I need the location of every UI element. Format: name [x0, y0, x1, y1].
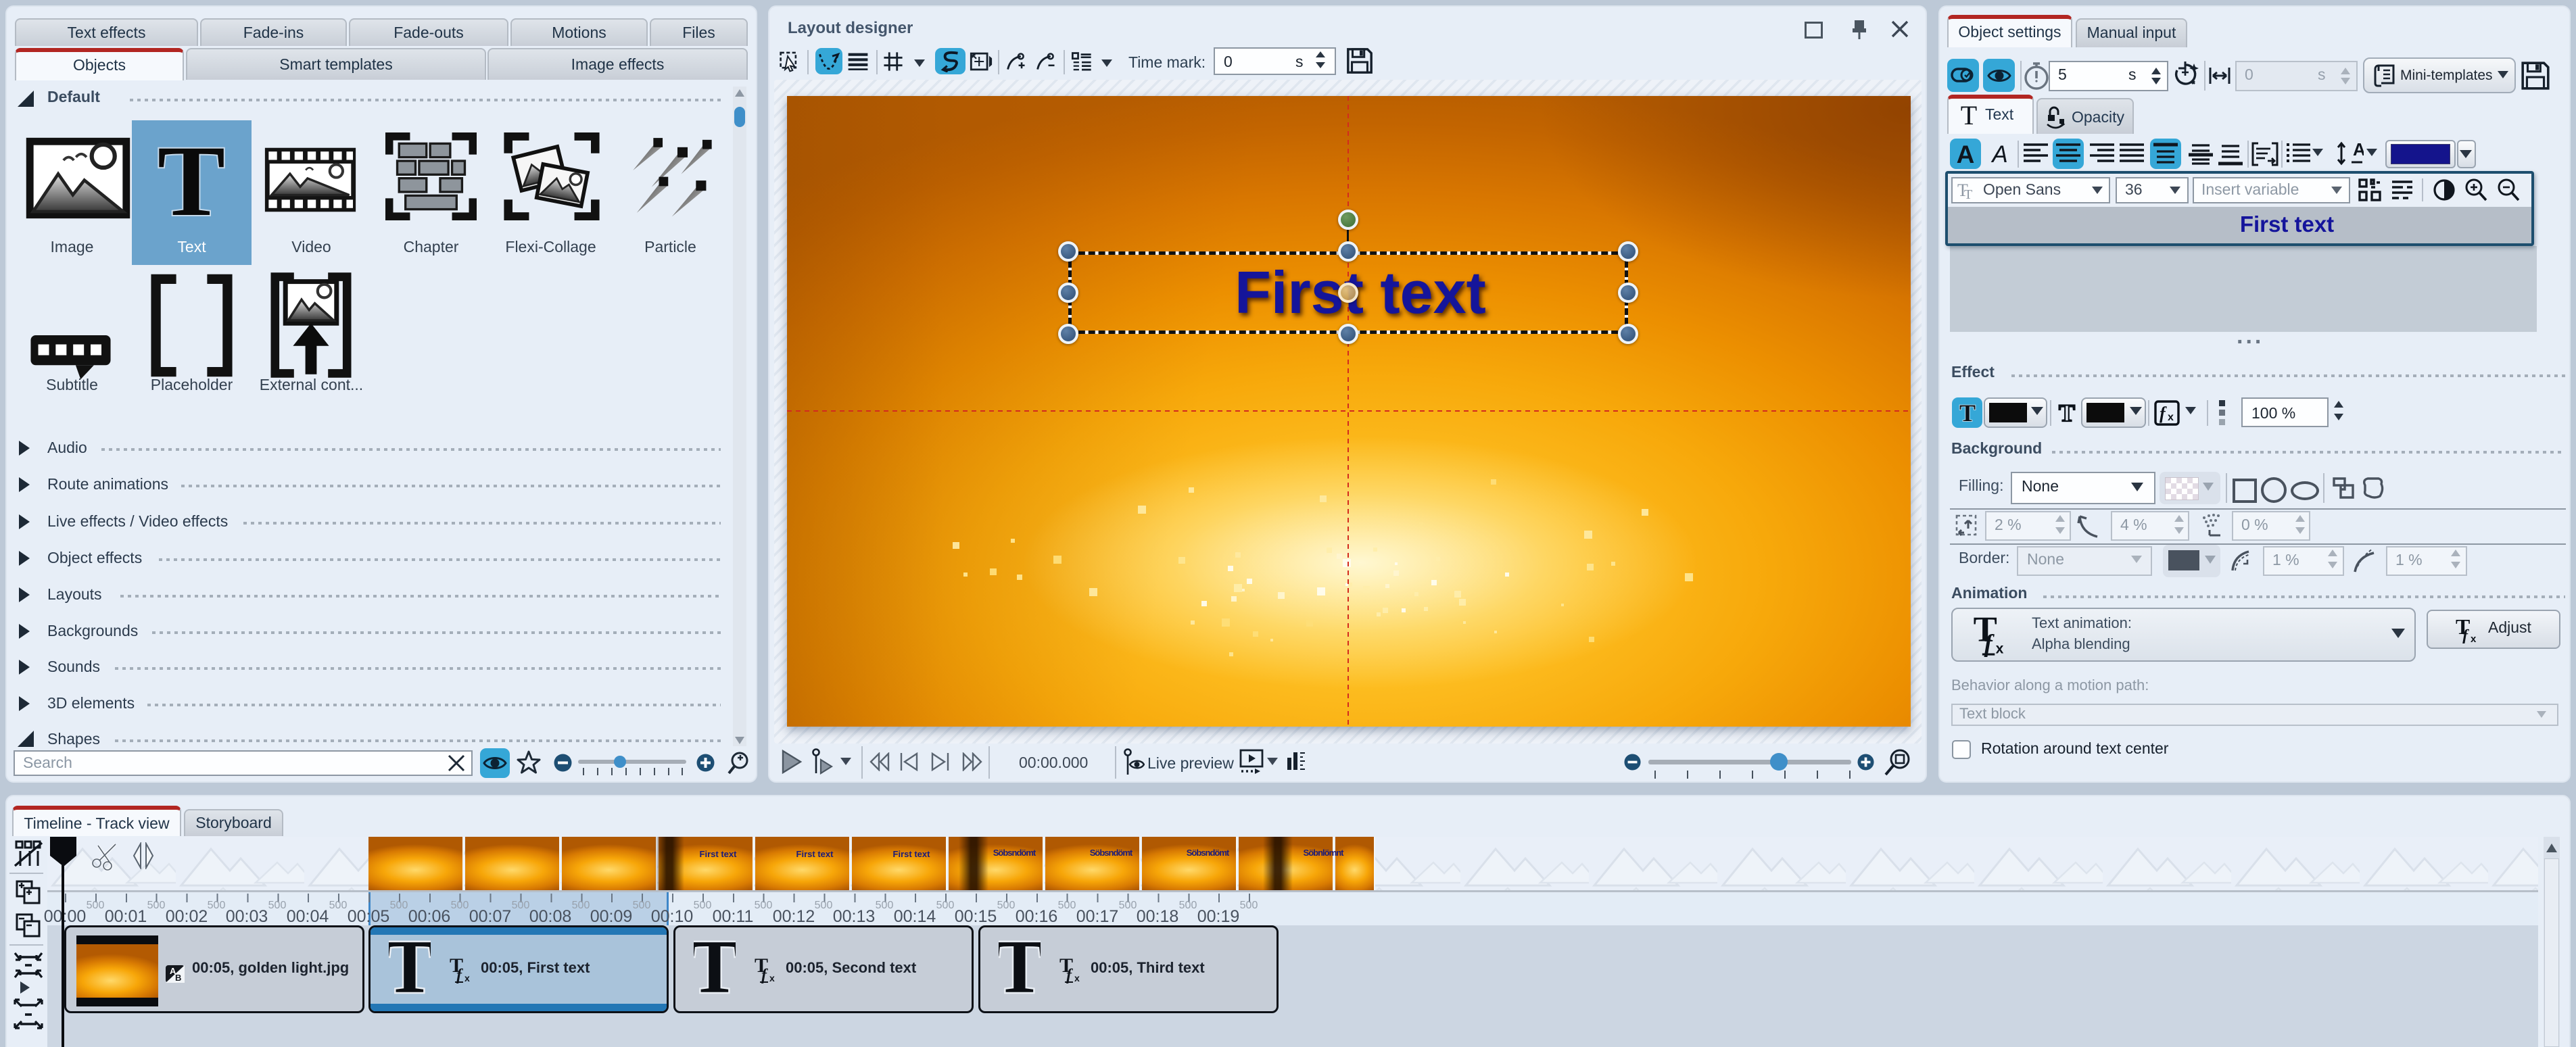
svg-text:T: T [694, 938, 736, 998]
svg-text:T: T [1964, 187, 1972, 200]
svg-text:f: f [2160, 404, 2167, 423]
svg-text:T: T [999, 938, 1041, 998]
svg-text:T: T [1961, 103, 1977, 128]
svg-text:x: x [464, 973, 470, 983]
svg-text:x: x [1996, 641, 2004, 657]
svg-text:T: T [389, 938, 431, 998]
svg-text:T: T [158, 130, 225, 224]
svg-text:T: T [1959, 400, 1976, 426]
svg-text:x: x [1074, 973, 1080, 983]
svg-text:x: x [2168, 412, 2174, 423]
svg-text:A: A [2353, 141, 2364, 160]
svg-text:x: x [2471, 633, 2477, 643]
svg-text:x: x [769, 973, 775, 983]
svg-text:B: B [175, 973, 181, 983]
svg-text:T: T [2059, 400, 2075, 426]
